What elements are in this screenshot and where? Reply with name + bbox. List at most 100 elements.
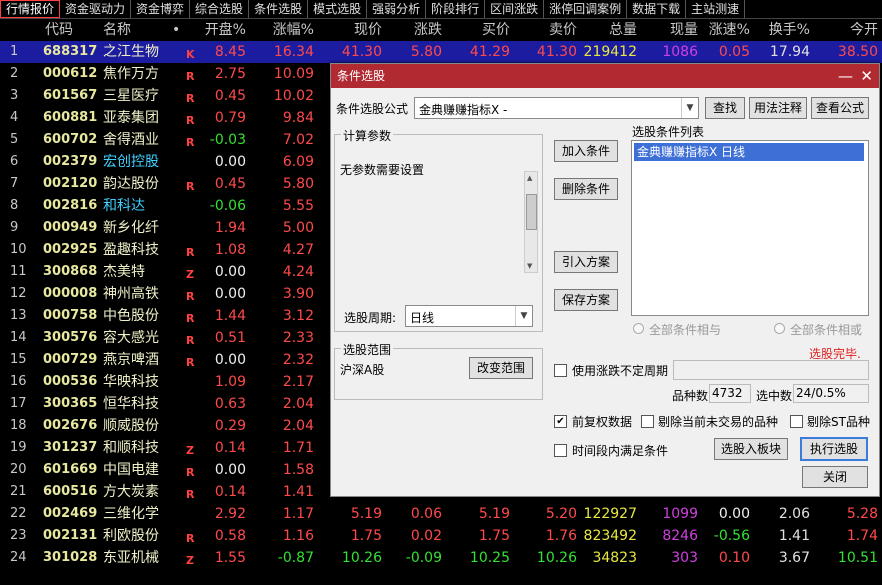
cell-name: 燕京啤酒: [103, 352, 159, 368]
exclude-st-checkbox[interactable]: [790, 415, 803, 428]
find-button[interactable]: 查找: [705, 97, 745, 119]
radio-and[interactable]: [633, 323, 644, 334]
col-spd[interactable]: 涨速%: [705, 19, 750, 41]
table-row[interactable]: 22 002469 三维化学 2.92 1.17 5.19 0.06 5.19 5.20 1229…: [0, 503, 882, 525]
tab-10[interactable]: 数据下载: [627, 0, 687, 18]
execute-select-button[interactable]: 执行选股: [800, 437, 868, 461]
save-scheme-button[interactable]: 保存方案: [554, 289, 618, 311]
period-select[interactable]: 日线 ▼: [405, 305, 533, 327]
tab-6[interactable]: 强弱分析: [367, 0, 427, 18]
tab-0[interactable]: 行情报价: [0, 0, 61, 18]
col-buy[interactable]: 买价: [452, 19, 510, 41]
tab-2[interactable]: 资金博弈: [131, 0, 191, 18]
cell-price: 1.75: [350, 528, 382, 544]
cell-idx: 18: [10, 418, 27, 433]
cell-turn: 2.06: [778, 506, 810, 522]
cell-name: 亚泰集团: [103, 110, 159, 126]
to-block-button[interactable]: 选股入板块: [714, 438, 788, 460]
cell-name: 中国电建: [103, 462, 159, 478]
condition-list-item[interactable]: 金典赚赚指标X 日线: [634, 143, 864, 161]
usage-note-button[interactable]: 用法注释: [749, 97, 807, 119]
cell-name: 和科达: [103, 198, 145, 214]
add-condition-button[interactable]: 加入条件: [554, 140, 618, 162]
dialog-title-bar: 条件选股 — ✕: [331, 64, 879, 88]
cell-open: 0.00: [214, 264, 246, 280]
condition-select-dialog: 条件选股 — ✕ 条件选股公式 金典赚赚指标X - ▼ 查找 用法注释 查看公式…: [330, 63, 880, 497]
cell-vol: 219412: [583, 44, 637, 60]
cell-idx: 14: [10, 330, 27, 345]
col-diff[interactable]: 涨跌: [392, 19, 442, 41]
tab-11[interactable]: 主站测速: [686, 0, 746, 18]
cell-chg: 2.33: [282, 330, 314, 346]
cell-vol: 823492: [583, 528, 637, 544]
cell-chg: 3.12: [282, 308, 314, 324]
cell-code: 002131: [43, 528, 98, 543]
tab-7[interactable]: 阶段排行: [426, 0, 486, 18]
cell-idx: 2: [10, 66, 19, 81]
cell-open: 0.00: [214, 154, 246, 170]
col-chg[interactable]: 涨幅%: [252, 19, 314, 41]
cell-open: 0.51: [214, 330, 246, 346]
cell-open: 8.45: [214, 44, 246, 60]
cell-code: 688317: [43, 44, 98, 59]
cell-idx: 24: [10, 550, 27, 565]
change-range-button[interactable]: 改变范围: [469, 357, 533, 379]
pre-adjust-checkbox[interactable]: ✔: [554, 415, 567, 428]
no-params-text: 无参数需要设置: [340, 163, 425, 177]
cell-idx: 3: [10, 88, 19, 103]
cell-chg: 1.17: [282, 506, 314, 522]
tab-5[interactable]: 模式选股: [308, 0, 368, 18]
col-vol[interactable]: 总量: [582, 19, 637, 41]
col-code[interactable]: 代码: [45, 19, 100, 41]
cell-cur: 8246: [662, 528, 698, 544]
cell-code: 002676: [43, 418, 98, 433]
cell-cur: 1086: [662, 44, 698, 60]
close-icon[interactable]: ✕: [860, 64, 873, 88]
import-scheme-button[interactable]: 引入方案: [554, 251, 618, 273]
cell-name: 和顺科技: [103, 440, 159, 456]
cell-open: 1.55: [214, 550, 246, 566]
col-today[interactable]: 今开: [820, 19, 878, 41]
cell-open: 0.29: [214, 418, 246, 434]
calc-params-label: 计算参数: [341, 127, 394, 144]
use-period-checkbox[interactable]: [554, 364, 567, 377]
cell-code: 300365: [43, 396, 98, 411]
tab-3[interactable]: 综合选股: [190, 0, 250, 18]
condition-list[interactable]: 金典赚赚指标X 日线: [631, 140, 869, 316]
col-price[interactable]: 现价: [330, 19, 382, 41]
radio-or[interactable]: [774, 323, 785, 334]
minimize-icon[interactable]: —: [838, 64, 853, 88]
col-name[interactable]: 名称: [103, 19, 131, 41]
cell-open: 1.09: [214, 374, 246, 390]
table-row[interactable]: 23 002131 利欧股份 R 0.58 1.16 1.75 0.02 1.75 1.76 823…: [0, 525, 882, 547]
cell-price: 10.26: [341, 550, 382, 566]
tab-1[interactable]: 资金驱动力: [60, 0, 132, 18]
cell-code: 002816: [43, 198, 98, 213]
cell-idx: 12: [10, 286, 27, 301]
params-scrollbar[interactable]: ▲ ▼: [524, 171, 538, 273]
tab-9[interactable]: 涨停回调案例: [544, 0, 628, 18]
tab-4[interactable]: 条件选股: [249, 0, 309, 18]
table-row[interactable]: 24 301028 东亚机械 Z 1.55 -0.87 10.26 -0.09 10.25 10.…: [0, 547, 882, 569]
col-open[interactable]: 开盘%: [198, 19, 246, 41]
col-turn[interactable]: 换手%: [760, 19, 810, 41]
radio-and-label: 全部条件相与: [649, 323, 722, 337]
tab-8[interactable]: 区间涨跌: [485, 0, 545, 18]
range-value: 沪深A股: [340, 363, 385, 377]
view-formula-button[interactable]: 查看公式: [811, 97, 869, 119]
delete-condition-button[interactable]: 删除条件: [554, 178, 618, 200]
exclude-st-label: 剔除ST品种: [807, 415, 870, 429]
cell-sell: 5.20: [545, 506, 577, 522]
close-button[interactable]: 关闭: [802, 466, 868, 488]
table-row[interactable]: 1 688317 之江生物 K 8.45 16.34 41.30 5.80 41.29 41.30…: [0, 41, 882, 63]
col-cur[interactable]: 现量: [642, 19, 698, 41]
period-input[interactable]: [673, 360, 869, 380]
exclude-untraded-checkbox[interactable]: [641, 415, 654, 428]
cell-name: 神州高铁: [103, 286, 159, 302]
cell-idx: 23: [10, 528, 27, 543]
period-label: 选股周期:: [344, 311, 397, 325]
formula-select[interactable]: 金典赚赚指标X - ▼: [414, 97, 699, 119]
cell-code: 300576: [43, 330, 98, 345]
col-sell[interactable]: 卖价: [520, 19, 577, 41]
time-satisfy-checkbox[interactable]: [554, 444, 567, 457]
